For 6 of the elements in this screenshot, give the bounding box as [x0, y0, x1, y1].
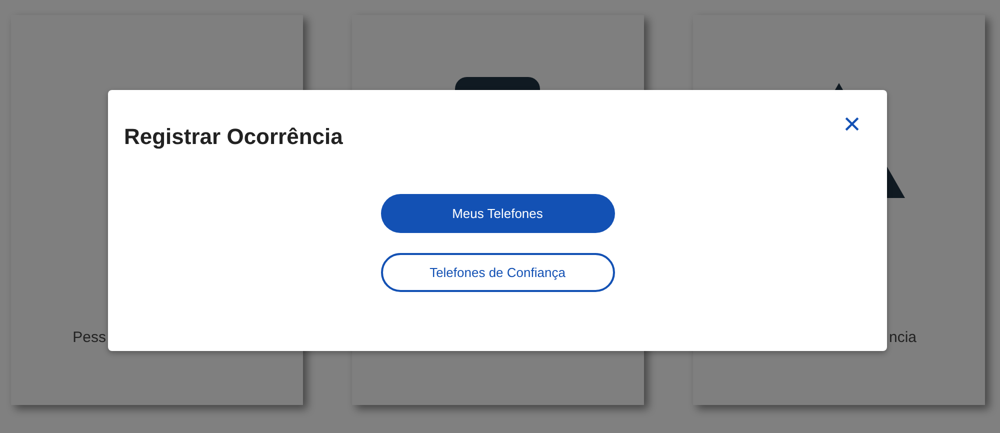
close-button[interactable]: × [841, 114, 863, 136]
dialog-title: Registrar Ocorrência [124, 124, 343, 150]
card-label: ncia [889, 329, 917, 346]
primary-button[interactable]: Meus Telefones [380, 194, 614, 233]
outline-button[interactable]: Telefones de Confiança [380, 253, 614, 292]
card-label: Pess [72, 329, 106, 346]
